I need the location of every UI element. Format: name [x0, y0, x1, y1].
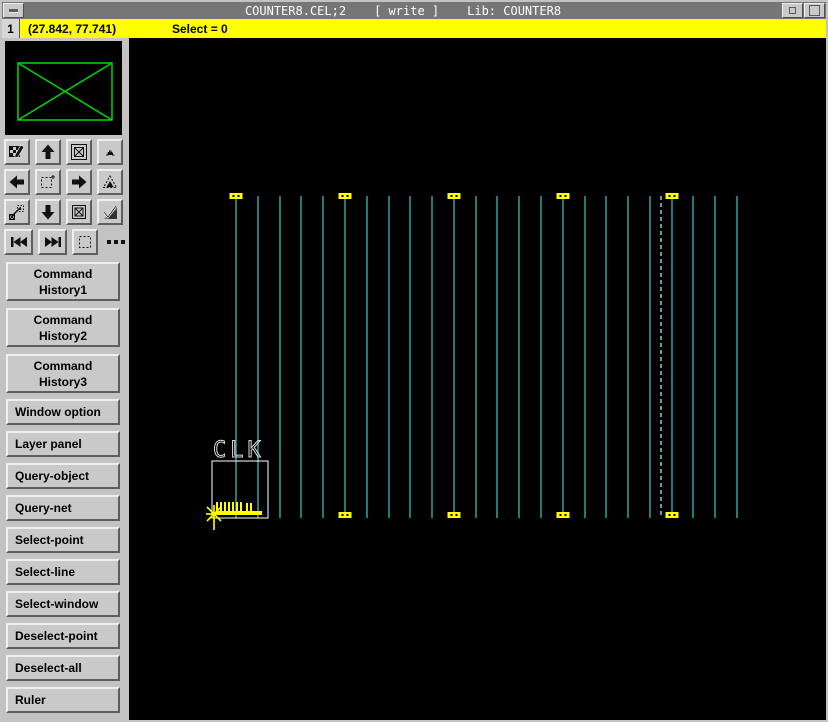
pin-marker-dot	[668, 195, 671, 197]
pan-up-button[interactable]	[35, 139, 61, 165]
select-area-button[interactable]	[72, 229, 98, 255]
sidebar-button-window-option[interactable]: Window option	[6, 399, 120, 425]
redraw-icon	[9, 144, 25, 159]
pin-marker[interactable]	[665, 193, 679, 199]
pan-left-icon	[9, 175, 24, 189]
zoom-area-icon	[41, 175, 55, 188]
zoom-in-button[interactable]	[97, 169, 123, 195]
cursor-coordinates: (27.842, 77.741)	[28, 21, 117, 36]
pin-marker[interactable]	[229, 193, 243, 199]
pan-down-icon	[41, 205, 55, 220]
pin-marker-dot	[559, 195, 562, 197]
title-cell-name: COUNTER8.CEL;2	[244, 3, 347, 18]
title-bar: COUNTER8.CEL;2 [ write ] Lib: COUNTER8	[2, 2, 826, 19]
pin-marker-dot	[232, 195, 235, 197]
pin-marker-dot	[346, 195, 349, 197]
application-window: COUNTER8.CEL;2 [ write ] Lib: COUNTER8 1…	[0, 0, 828, 722]
maximize-icon	[809, 5, 820, 16]
pin-marker[interactable]	[556, 512, 570, 518]
zoom-area-button[interactable]	[35, 169, 61, 195]
pan-up-icon	[41, 144, 55, 159]
view-previous-button[interactable]	[4, 199, 30, 225]
view-first-icon	[10, 237, 27, 247]
select-area-icon	[79, 236, 91, 248]
pin-marker-dot	[668, 514, 671, 516]
pin-marker-dot	[673, 195, 676, 197]
sidebar-button-select-window[interactable]: Select-window	[6, 591, 120, 617]
sidebar-button-select-point[interactable]: Select-point	[6, 527, 120, 553]
pin-marker-dot	[346, 514, 349, 516]
zoom-fit-icon	[71, 144, 87, 160]
redraw-button[interactable]	[4, 139, 30, 165]
status-bar: 1 (27.842, 77.741) Select = 0	[2, 19, 826, 38]
pan-right-button[interactable]	[66, 169, 92, 195]
sidebar-button-query-net[interactable]: Query-net	[6, 495, 120, 521]
button-label: Command	[33, 313, 93, 327]
pin-marker-dot	[237, 195, 240, 197]
zoom-out-icon	[106, 150, 115, 156]
zoom-fit-button[interactable]	[66, 139, 92, 165]
minimize-button[interactable]	[782, 3, 803, 18]
pin-marker[interactable]	[447, 193, 461, 199]
more-options-icon[interactable]	[107, 240, 125, 244]
pin-marker[interactable]	[447, 512, 461, 518]
fill-toggle-button[interactable]	[97, 199, 123, 225]
zoom-full-icon	[72, 205, 86, 219]
window-title: COUNTER8.CEL;2 [ write ] Lib: COUNTER8	[24, 4, 782, 18]
pin-marker-dot	[455, 195, 458, 197]
sidebar-button-ruler[interactable]: Ruler	[6, 687, 120, 713]
view-last-button[interactable]	[38, 229, 67, 255]
pin-marker-dot	[450, 195, 453, 197]
button-label: History2	[38, 329, 88, 343]
pin-marker-dot	[564, 514, 567, 516]
pin-marker-dot	[559, 514, 562, 516]
window-menu-button[interactable]	[3, 3, 24, 18]
pan-right-icon	[72, 175, 87, 189]
button-label: History1	[38, 283, 88, 297]
pin-marker-dot	[341, 195, 344, 197]
window-menu-icon	[9, 8, 18, 13]
sidebar-button-query-object[interactable]: Query-object	[6, 463, 120, 489]
window-number-badge: 1	[2, 19, 20, 38]
pin-marker-dot	[564, 195, 567, 197]
zoom-out-button[interactable]	[97, 139, 123, 165]
button-label: History3	[38, 375, 88, 389]
zoom-full-button[interactable]	[66, 199, 92, 225]
pan-left-button[interactable]	[4, 169, 30, 195]
pin-marker[interactable]	[338, 512, 352, 518]
sidebar-button-select-line[interactable]: Select-line	[6, 559, 120, 585]
instance-label: CLK	[213, 438, 265, 463]
layout-canvas[interactable]: CLK	[129, 38, 826, 720]
button-label: Command	[33, 359, 93, 373]
button-label: Command	[33, 267, 93, 281]
view-previous-icon	[9, 205, 24, 220]
tool-sidebar: Command History1 Command History2 Comman…	[2, 38, 129, 720]
sidebar-button-layer-panel[interactable]: Layer panel	[6, 431, 120, 457]
command-history3-button[interactable]: Command History3	[6, 354, 120, 393]
select-count: Select = 0	[172, 21, 228, 36]
minimize-icon	[789, 7, 796, 14]
pin-marker-dot	[455, 514, 458, 516]
view-first-button[interactable]	[4, 229, 33, 255]
pin-marker[interactable]	[665, 512, 679, 518]
pin-marker-dot	[673, 514, 676, 516]
pin-marker-dot	[341, 514, 344, 516]
pin-marker[interactable]	[338, 193, 352, 199]
navigator-panel[interactable]	[5, 41, 122, 135]
pan-down-button[interactable]	[35, 199, 61, 225]
sidebar-button-deselect-all[interactable]: Deselect-all	[6, 655, 120, 681]
title-write-mode: [ write ]	[374, 3, 440, 18]
pin-marker[interactable]	[556, 193, 570, 199]
maximize-button[interactable]	[804, 3, 825, 18]
hatch-bar	[217, 511, 262, 515]
sidebar-button-deselect-point[interactable]: Deselect-point	[6, 623, 120, 649]
view-last-icon	[44, 237, 61, 247]
pin-marker-dot	[450, 514, 453, 516]
fill-toggle-icon	[103, 205, 117, 219]
zoom-in-icon	[102, 174, 118, 188]
command-history2-button[interactable]: Command History2	[6, 308, 120, 347]
title-library: Lib: COUNTER8	[467, 3, 562, 18]
command-history1-button[interactable]: Command History1	[6, 262, 120, 301]
